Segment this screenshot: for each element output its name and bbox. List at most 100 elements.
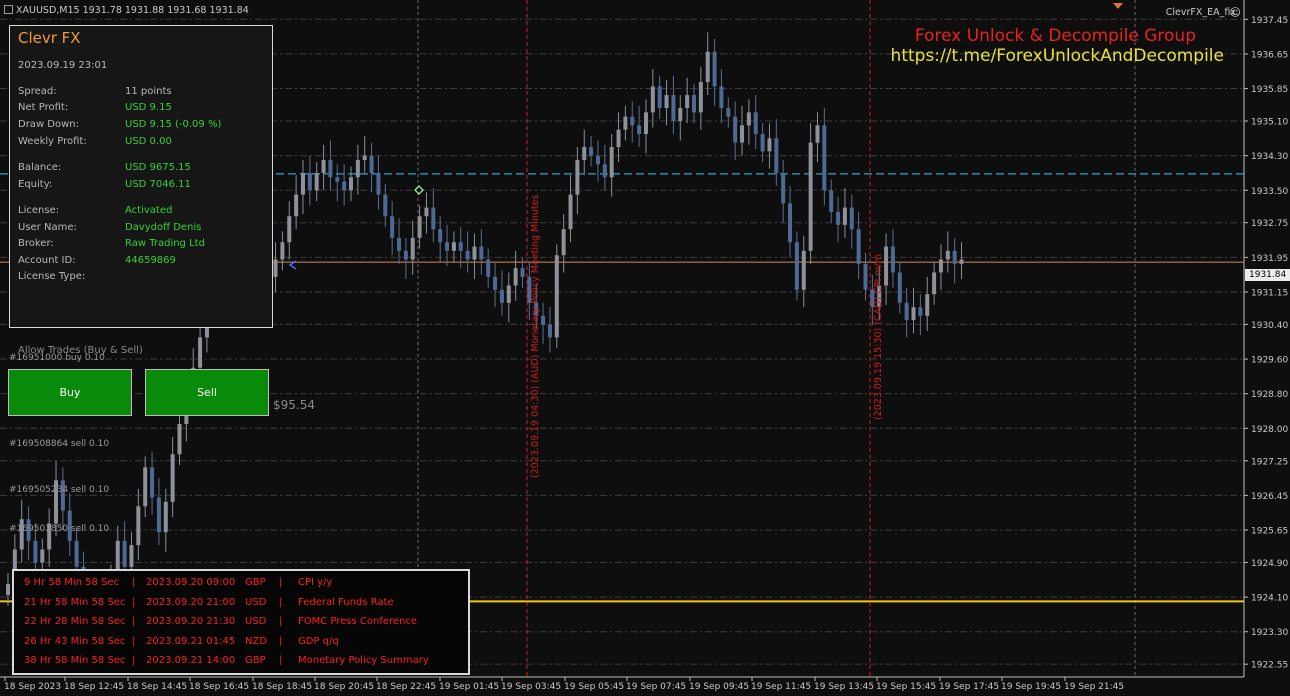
candle-body [808,142,813,251]
candle-body [911,307,916,321]
ea-name[interactable]: ClevrFX_EA_fix [1166,7,1236,18]
y-tick-label: 1930.40 [1251,321,1288,331]
buy-button[interactable]: Buy [8,369,132,416]
candle-body [938,259,943,273]
panel-row-label: Balance: [18,162,62,173]
candle-body [801,250,806,290]
candle-body [616,129,621,147]
candle-body [451,242,456,251]
candle-body [383,194,388,217]
candle-body [746,112,751,126]
candle-body [150,467,155,498]
news-event: Monetary Policy Summary [298,655,429,666]
candle-body [486,259,491,277]
news-datetime: 2023.09.20 21:30 [146,616,236,627]
news-separator: | [279,596,283,608]
panel-datetime: 2023.09.19 23:01 [18,60,108,71]
news-separator: | [279,655,283,666]
news-currency: GBP [245,655,266,666]
candle-body [479,246,484,260]
x-tick-label: 18 Sep 22:45 [376,682,436,692]
candle-body [554,255,559,338]
candle-body [788,203,793,243]
candle-body [589,146,594,156]
candle-body [307,172,312,191]
candle-body [465,250,470,260]
news-countdown: 22 Hr 28 Min 58 Sec [24,616,126,627]
candle-body [541,315,546,325]
y-tick-label: 1927.25 [1251,457,1288,467]
candle-body [897,272,902,303]
news-event-label: (2023.09.19 04:30) (AUD) Monetary Policy… [530,194,541,478]
symbol-menu-icon[interactable] [4,5,13,14]
candle-body [273,259,278,277]
panel-row-value: Activated [125,205,173,216]
candle-body [712,51,717,87]
candle-body [595,155,600,165]
news-countdown: 38 Hr 58 Min 58 Sec [24,655,126,666]
candle-body [582,146,587,160]
candle-body [863,263,868,290]
news-datetime: 2023.09.20 09:00 [146,577,236,588]
candle-body [431,207,436,230]
news-event: FOMC Press Conference [298,616,418,627]
panel-row-label: Equity: [18,179,53,190]
candle-body [767,138,772,152]
current-price: 1931.84 [1249,270,1287,280]
panel-row-value: USD 9.15 (-0.09 %) [125,119,222,130]
candle-body [513,268,518,286]
sell-button[interactable]: Sell [145,369,269,416]
y-tick-label: 1935.85 [1251,85,1288,95]
candle-body [506,285,511,303]
x-tick-label: 19 Sep 01:45 [439,682,499,692]
y-tick-label: 1928.80 [1251,390,1288,400]
y-tick-label: 1931.15 [1251,288,1288,298]
candle-body [410,237,415,260]
y-tick-label: 1935.10 [1251,118,1288,128]
y-tick-label: 1923.30 [1251,628,1288,638]
candle-body [657,86,662,109]
candle-body [664,95,669,109]
candle-body [685,95,690,109]
candle-body [884,246,889,286]
ea-smiley-icon[interactable]: ☺ [1230,6,1241,19]
watermark-link[interactable]: https://t.me/ForexUnlockAndDecompile [891,46,1224,66]
candle-body [740,125,745,143]
candle-body [890,246,895,273]
candle-body [753,112,758,135]
panel-row-label: License: [18,205,60,216]
candle-body [650,86,655,113]
order-label[interactable]: #16951000 buy 0.10 [9,353,105,363]
order-label[interactable]: #169505234 sell 0.10 [9,485,109,495]
candle-body [829,190,834,212]
candle-body [774,138,779,173]
candle-body [335,177,340,182]
panel-row-value: USD 7046.11 [125,179,191,190]
candle-body [177,423,182,455]
panel-row-value: USD 0.00 [125,136,172,147]
candle-body [945,250,950,260]
candle-body [499,289,504,303]
candle-body [198,337,203,368]
candle-body [671,95,676,122]
candle-body [609,146,614,178]
candle-body [143,467,148,507]
news-countdown: 26 Hr 43 Min 58 Sec [24,635,126,647]
candle-body [33,540,38,563]
symbol-info: XAUUSD,M15 1931.78 1931.88 1931.68 1931.… [4,5,249,16]
candle-body [781,172,786,204]
candle-body [362,155,367,160]
panel-row-label: License Type: [18,271,86,282]
x-tick-label: 18 Sep 2023 [4,682,61,692]
order-label[interactable]: #169501850 sell 0.10 [9,524,109,534]
panel-row-label: User Name: [18,222,77,233]
candle-body [602,164,607,178]
candle-body [424,207,429,217]
candle-body [520,268,525,277]
panel-row-label: Draw Down: [18,119,80,130]
order-label[interactable]: #169508864 sell 0.10 [9,439,109,449]
candle-body [122,540,127,567]
y-tick-label: 1936.65 [1251,50,1288,60]
candle-body [321,159,326,173]
panel-row-value: 11 points [125,86,172,97]
